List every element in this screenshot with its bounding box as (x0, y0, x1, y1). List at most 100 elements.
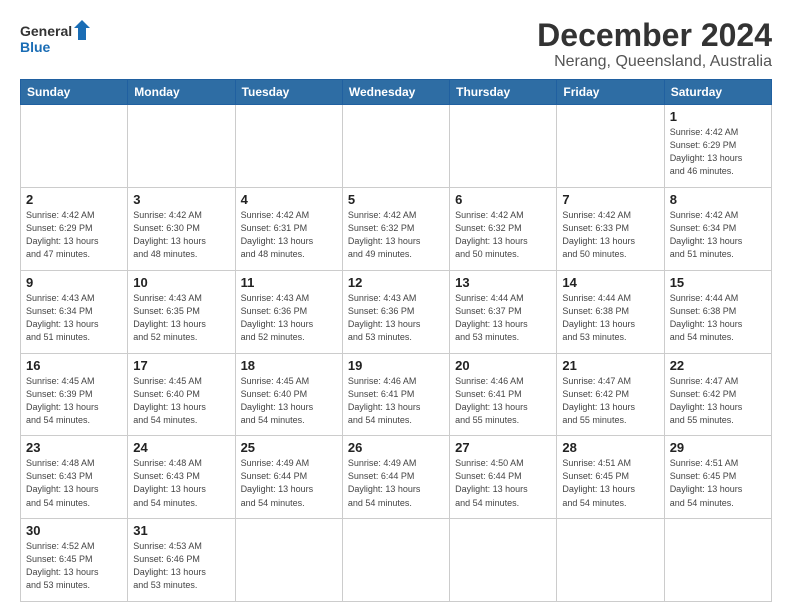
calendar-cell: 17 Sunrise: 4:45 AM Sunset: 6:40 PM Dayli… (128, 353, 235, 436)
day-info: Sunrise: 4:42 AM Sunset: 6:32 PM Dayligh… (348, 209, 444, 261)
day-number: 6 (455, 192, 551, 207)
calendar-header-tuesday: Tuesday (235, 80, 342, 105)
day-info: Sunrise: 4:45 AM Sunset: 6:40 PM Dayligh… (133, 375, 229, 427)
day-number: 15 (670, 275, 766, 290)
day-number: 7 (562, 192, 658, 207)
calendar-week-4: 16 Sunrise: 4:45 AM Sunset: 6:39 PM Dayli… (21, 353, 772, 436)
day-info: Sunrise: 4:43 AM Sunset: 6:36 PM Dayligh… (241, 292, 337, 344)
logo: General Blue (20, 18, 90, 63)
calendar-week-6: 30 Sunrise: 4:52 AM Sunset: 6:45 PM Dayli… (21, 519, 772, 602)
calendar-cell: 13 Sunrise: 4:44 AM Sunset: 6:37 PM Dayli… (450, 270, 557, 353)
day-info: Sunrise: 4:42 AM Sunset: 6:32 PM Dayligh… (455, 209, 551, 261)
day-number: 30 (26, 523, 122, 538)
day-number: 21 (562, 358, 658, 373)
calendar-header-friday: Friday (557, 80, 664, 105)
calendar-cell: 24Sunrise: 4:48 AM Sunset: 6:43 PM Dayli… (128, 436, 235, 519)
calendar-cell (235, 519, 342, 602)
day-info: Sunrise: 4:45 AM Sunset: 6:39 PM Dayligh… (26, 375, 122, 427)
day-number: 11 (241, 275, 337, 290)
calendar-cell (21, 105, 128, 188)
calendar-week-3: 9Sunrise: 4:43 AM Sunset: 6:34 PM Daylig… (21, 270, 772, 353)
day-number: 29 (670, 440, 766, 455)
calendar-cell: 8 Sunrise: 4:42 AM Sunset: 6:34 PM Daylig… (664, 187, 771, 270)
calendar-cell: 10Sunrise: 4:43 AM Sunset: 6:35 PM Dayli… (128, 270, 235, 353)
day-number: 3 (133, 192, 229, 207)
day-info: Sunrise: 4:45 AM Sunset: 6:40 PM Dayligh… (241, 375, 337, 427)
day-info: Sunrise: 4:42 AM Sunset: 6:34 PM Dayligh… (670, 209, 766, 261)
calendar-cell: 26 Sunrise: 4:49 AM Sunset: 6:44 PM Dayli… (342, 436, 449, 519)
day-info: Sunrise: 4:47 AM Sunset: 6:42 PM Dayligh… (670, 375, 766, 427)
day-info: Sunrise: 4:46 AM Sunset: 6:41 PM Dayligh… (455, 375, 551, 427)
calendar-cell: 14 Sunrise: 4:44 AM Sunset: 6:38 PM Dayli… (557, 270, 664, 353)
calendar-cell (557, 519, 664, 602)
calendar-cell: 27 Sunrise: 4:50 AM Sunset: 6:44 PM Dayli… (450, 436, 557, 519)
calendar-cell: 3 Sunrise: 4:42 AM Sunset: 6:30 PM Daylig… (128, 187, 235, 270)
day-info: Sunrise: 4:52 AM Sunset: 6:45 PM Dayligh… (26, 540, 122, 592)
calendar-header-row: SundayMondayTuesdayWednesdayThursdayFrid… (21, 80, 772, 105)
day-number: 18 (241, 358, 337, 373)
day-number: 27 (455, 440, 551, 455)
day-number: 31 (133, 523, 229, 538)
calendar-cell: 20Sunrise: 4:46 AM Sunset: 6:41 PM Dayli… (450, 353, 557, 436)
calendar-cell: 5Sunrise: 4:42 AM Sunset: 6:32 PM Daylig… (342, 187, 449, 270)
day-number: 1 (670, 109, 766, 124)
day-info: Sunrise: 4:42 AM Sunset: 6:30 PM Dayligh… (133, 209, 229, 261)
calendar-cell (557, 105, 664, 188)
calendar-cell: 6 Sunrise: 4:42 AM Sunset: 6:32 PM Daylig… (450, 187, 557, 270)
day-number: 19 (348, 358, 444, 373)
calendar-header-wednesday: Wednesday (342, 80, 449, 105)
day-info: Sunrise: 4:42 AM Sunset: 6:29 PM Dayligh… (670, 126, 766, 178)
day-info: Sunrise: 4:49 AM Sunset: 6:44 PM Dayligh… (348, 457, 444, 509)
calendar-cell (450, 519, 557, 602)
day-number: 8 (670, 192, 766, 207)
calendar-cell: 18 Sunrise: 4:45 AM Sunset: 6:40 PM Dayli… (235, 353, 342, 436)
calendar-header-saturday: Saturday (664, 80, 771, 105)
calendar-cell: 4 Sunrise: 4:42 AM Sunset: 6:31 PM Daylig… (235, 187, 342, 270)
calendar-cell: 12 Sunrise: 4:43 AM Sunset: 6:36 PM Dayli… (342, 270, 449, 353)
day-number: 17 (133, 358, 229, 373)
logo-svg: General Blue (20, 18, 90, 63)
calendar-cell (342, 105, 449, 188)
calendar-cell (128, 105, 235, 188)
day-info: Sunrise: 4:44 AM Sunset: 6:37 PM Dayligh… (455, 292, 551, 344)
calendar-week-2: 2 Sunrise: 4:42 AM Sunset: 6:29 PM Daylig… (21, 187, 772, 270)
day-number: 16 (26, 358, 122, 373)
day-info: Sunrise: 4:48 AM Sunset: 6:43 PM Dayligh… (26, 457, 122, 509)
main-title: December 2024 (537, 18, 772, 53)
calendar-cell (664, 519, 771, 602)
day-number: 23 (26, 440, 122, 455)
calendar-header-thursday: Thursday (450, 80, 557, 105)
calendar-cell: 31Sunrise: 4:53 AM Sunset: 6:46 PM Dayli… (128, 519, 235, 602)
day-info: Sunrise: 4:47 AM Sunset: 6:42 PM Dayligh… (562, 375, 658, 427)
day-info: Sunrise: 4:51 AM Sunset: 6:45 PM Dayligh… (670, 457, 766, 509)
day-number: 12 (348, 275, 444, 290)
calendar-cell (235, 105, 342, 188)
day-info: Sunrise: 4:43 AM Sunset: 6:36 PM Dayligh… (348, 292, 444, 344)
day-info: Sunrise: 4:42 AM Sunset: 6:33 PM Dayligh… (562, 209, 658, 261)
page: General Blue December 2024 Nerang, Queen… (0, 0, 792, 612)
calendar-cell: 2 Sunrise: 4:42 AM Sunset: 6:29 PM Daylig… (21, 187, 128, 270)
day-number: 2 (26, 192, 122, 207)
day-number: 13 (455, 275, 551, 290)
calendar-cell: 30 Sunrise: 4:52 AM Sunset: 6:45 PM Dayli… (21, 519, 128, 602)
calendar-table: SundayMondayTuesdayWednesdayThursdayFrid… (20, 79, 772, 602)
day-info: Sunrise: 4:50 AM Sunset: 6:44 PM Dayligh… (455, 457, 551, 509)
day-info: Sunrise: 4:43 AM Sunset: 6:35 PM Dayligh… (133, 292, 229, 344)
day-info: Sunrise: 4:44 AM Sunset: 6:38 PM Dayligh… (670, 292, 766, 344)
day-number: 4 (241, 192, 337, 207)
svg-text:General: General (20, 23, 72, 39)
day-number: 26 (348, 440, 444, 455)
day-info: Sunrise: 4:48 AM Sunset: 6:43 PM Dayligh… (133, 457, 229, 509)
day-info: Sunrise: 4:42 AM Sunset: 6:29 PM Dayligh… (26, 209, 122, 261)
calendar-cell: 1 Sunrise: 4:42 AM Sunset: 6:29 PM Daylig… (664, 105, 771, 188)
calendar-cell: 22Sunrise: 4:47 AM Sunset: 6:42 PM Dayli… (664, 353, 771, 436)
day-info: Sunrise: 4:46 AM Sunset: 6:41 PM Dayligh… (348, 375, 444, 427)
day-info: Sunrise: 4:44 AM Sunset: 6:38 PM Dayligh… (562, 292, 658, 344)
calendar-cell: 16 Sunrise: 4:45 AM Sunset: 6:39 PM Dayli… (21, 353, 128, 436)
day-number: 9 (26, 275, 122, 290)
day-info: Sunrise: 4:42 AM Sunset: 6:31 PM Dayligh… (241, 209, 337, 261)
calendar-cell: 29 Sunrise: 4:51 AM Sunset: 6:45 PM Dayli… (664, 436, 771, 519)
title-block: December 2024 Nerang, Queensland, Austra… (537, 18, 772, 71)
calendar-cell: 25Sunrise: 4:49 AM Sunset: 6:44 PM Dayli… (235, 436, 342, 519)
day-number: 14 (562, 275, 658, 290)
